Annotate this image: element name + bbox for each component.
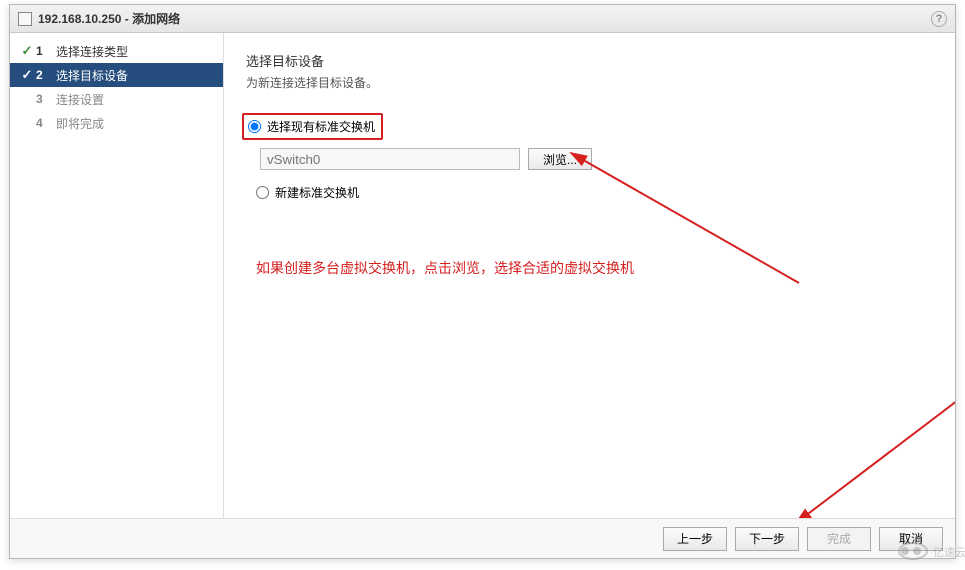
dialog-footer: 上一步 下一步 完成 取消 <box>10 518 955 558</box>
option-existing-label: 选择现有标准交换机 <box>267 118 375 135</box>
content-title: 选择目标设备 <box>246 51 933 70</box>
annotation-highlight-box: 选择现有标准交换机 <box>242 113 383 140</box>
wizard-step-1[interactable]: ✓ 1 选择连接类型 <box>10 39 223 63</box>
existing-switch-row: 浏览... <box>260 148 933 170</box>
step-number: 1 <box>36 44 52 58</box>
option-new-label: 新建标准交换机 <box>275 184 359 201</box>
wizard-step-4[interactable]: ✓ 4 即将完成 <box>10 111 223 135</box>
annotation-text: 如果创建多台虚拟交换机，点击浏览，选择合适的虚拟交换机 <box>256 258 634 278</box>
step-label: 选择连接类型 <box>56 43 128 60</box>
titlebar: 192.168.10.250 - 添加网络 ? <box>10 5 955 33</box>
radio-new-switch[interactable] <box>256 186 269 199</box>
wizard-sidebar: ✓ 1 选择连接类型 ✓ 2 选择目标设备 ✓ 3 连接设置 ✓ 4 即将完成 <box>10 33 224 518</box>
step-label: 连接设置 <box>56 91 104 108</box>
wizard-content: 选择目标设备 为新连接选择目标设备。 选择现有标准交换机 浏览... 新建标准交… <box>224 33 955 518</box>
wizard-step-2[interactable]: ✓ 2 选择目标设备 <box>10 63 223 87</box>
next-button[interactable]: 下一步 <box>735 527 799 551</box>
cancel-button[interactable]: 取消 <box>879 527 943 551</box>
annotation-arrow-icon <box>784 383 955 518</box>
window-title: 192.168.10.250 - 添加网络 <box>38 10 931 27</box>
dialog-body: ✓ 1 选择连接类型 ✓ 2 选择目标设备 ✓ 3 连接设置 ✓ 4 即将完成 … <box>10 33 955 518</box>
radio-select-existing[interactable] <box>248 120 261 133</box>
option-new-row: 新建标准交换机 <box>256 184 933 201</box>
back-button[interactable]: 上一步 <box>663 527 727 551</box>
check-icon: ✓ <box>20 43 34 59</box>
switch-name-input[interactable] <box>260 148 520 170</box>
wizard-step-3[interactable]: ✓ 3 连接设置 <box>10 87 223 111</box>
step-label: 即将完成 <box>56 115 104 132</box>
step-number: 3 <box>36 92 52 106</box>
content-subtitle: 为新连接选择目标设备。 <box>246 74 933 91</box>
dialog-add-network: 192.168.10.250 - 添加网络 ? ✓ 1 选择连接类型 ✓ 2 选… <box>9 4 956 559</box>
step-number: 2 <box>36 68 52 82</box>
host-icon <box>18 12 32 26</box>
check-icon: ✓ <box>20 67 34 83</box>
option-existing-row: 选择现有标准交换机 <box>246 113 933 140</box>
step-number: 4 <box>36 116 52 130</box>
browse-button[interactable]: 浏览... <box>528 148 592 170</box>
step-label: 选择目标设备 <box>56 67 128 84</box>
help-icon[interactable]: ? <box>931 11 947 27</box>
finish-button[interactable]: 完成 <box>807 527 871 551</box>
